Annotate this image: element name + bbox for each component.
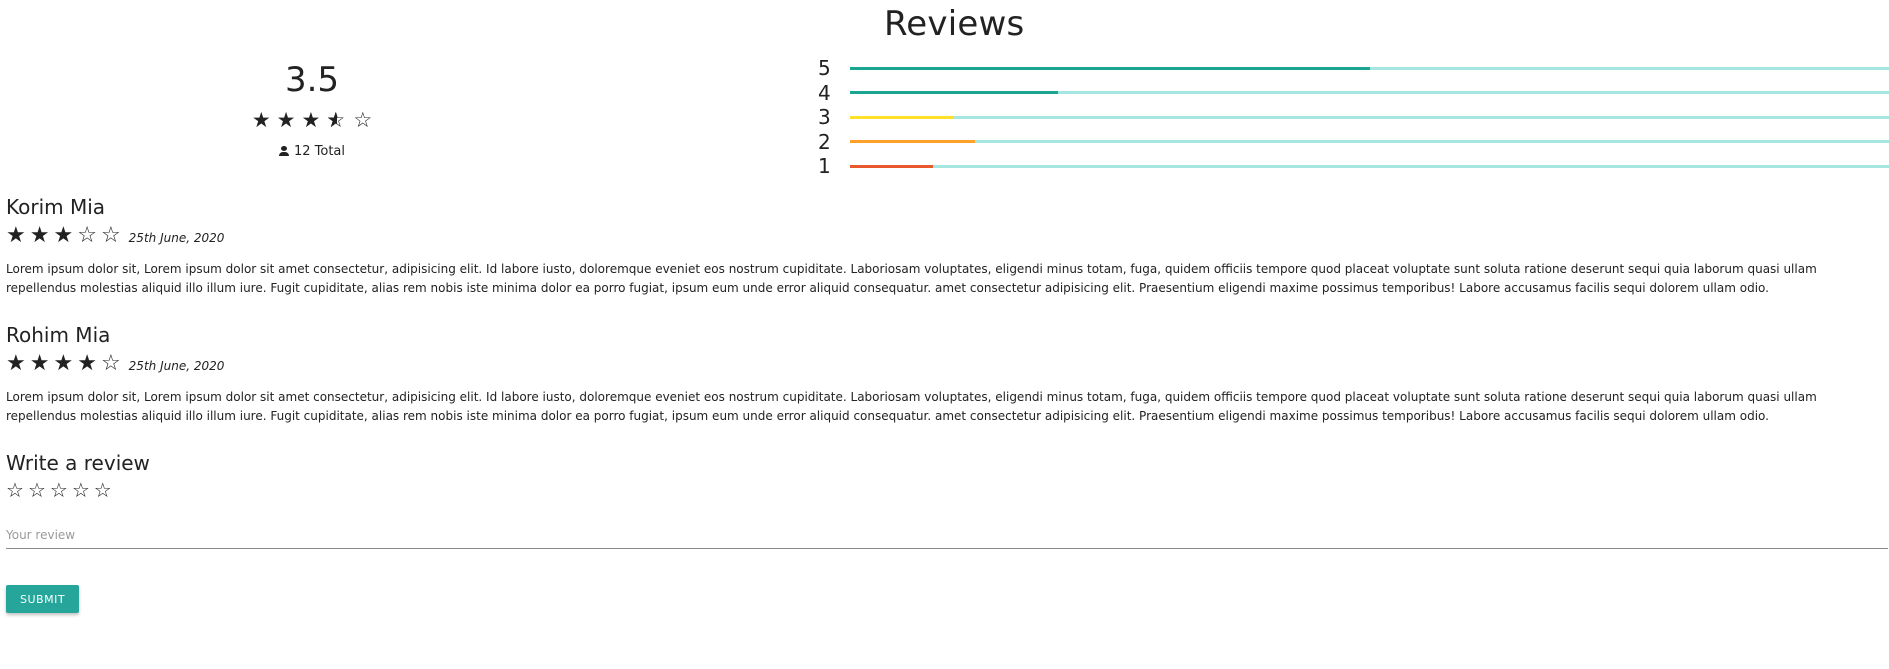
star-filled-icon: ★ bbox=[301, 108, 321, 132]
review-item: Korim Mia ★ ★ ★ ☆ ☆ 25th June, 2020 Lorem ipsum… bbox=[6, 194, 1884, 298]
submit-button[interactable]: SUBMIT bbox=[6, 585, 80, 613]
review-item: Rohim Mia ★ ★ ★ ★ ☆ 25th June, 2020 Lorem ipsum… bbox=[6, 322, 1884, 426]
star-outline-icon[interactable]: ☆ bbox=[94, 478, 112, 502]
review-input[interactable] bbox=[6, 524, 1888, 549]
star-filled-icon: ★ bbox=[6, 223, 26, 248]
distribution-bar-fill bbox=[850, 164, 934, 168]
distribution-bar-track bbox=[850, 140, 1889, 144]
reviews-section: Korim Mia ★ ★ ★ ☆ ☆ 25th June, 2020 Lorem ipsum… bbox=[6, 194, 1888, 613]
average-rating: 3.5 bbox=[284, 60, 340, 100]
review-stars: ★ ★ ★ ☆ ☆ bbox=[6, 224, 121, 248]
review-list: Korim Mia ★ ★ ★ ☆ ☆ 25th June, 2020 Lorem ipsum… bbox=[6, 194, 1884, 426]
distribution-label: 2 bbox=[818, 129, 831, 154]
star-outline-icon: ☆ bbox=[353, 108, 373, 132]
star-outline-icon: ☆ bbox=[100, 351, 121, 376]
star-outline-icon: ☆ bbox=[100, 223, 121, 248]
distribution-bar-fill bbox=[850, 115, 954, 119]
star-outline-icon[interactable]: ☆ bbox=[6, 478, 24, 502]
person-icon bbox=[278, 146, 289, 157]
star-filled-icon: ★ bbox=[77, 351, 97, 376]
reviewer-name: Rohim Mia bbox=[6, 323, 111, 347]
write-review-title: Write a review bbox=[6, 451, 150, 475]
distribution-row: 3 bbox=[818, 105, 1889, 130]
review-date: 25th June, 2020 bbox=[128, 231, 225, 245]
distribution-row: 2 bbox=[818, 130, 1889, 155]
distribution-label: 1 bbox=[818, 154, 831, 179]
distribution-label: 4 bbox=[818, 80, 831, 105]
reviewer-name: Korim Mia bbox=[6, 195, 106, 219]
distribution-row: 5 bbox=[818, 56, 1889, 81]
star-filled-icon: ★ bbox=[53, 351, 74, 376]
distribution-bar-fill bbox=[850, 91, 1058, 95]
star-outline-icon[interactable]: ☆ bbox=[50, 478, 68, 502]
distribution-label: 3 bbox=[818, 105, 831, 130]
star-filled-icon: ★ bbox=[251, 108, 271, 132]
total-count: 12 Total bbox=[278, 144, 346, 159]
distribution-bar-fill bbox=[850, 140, 975, 144]
distribution-row: 4 bbox=[818, 81, 1889, 106]
distribution-bar-track bbox=[850, 115, 1889, 119]
distribution-bar-track bbox=[850, 66, 1889, 70]
review-text: Lorem ipsum dolor sit, Lorem ipsum dolor… bbox=[6, 262, 1817, 295]
star-filled-icon: ★ bbox=[6, 351, 26, 376]
star-filled-icon: ★ bbox=[276, 108, 296, 132]
review-text: Lorem ipsum dolor sit, Lorem ipsum dolor… bbox=[6, 390, 1817, 423]
star-half-icon: ☆ ★ bbox=[326, 108, 346, 132]
star-filled-icon: ★ bbox=[29, 351, 50, 376]
distribution-label: 5 bbox=[818, 56, 831, 81]
distribution-bar-track bbox=[850, 164, 1889, 168]
distribution-row: 1 bbox=[818, 154, 1889, 179]
write-review-section: Write a review ☆☆☆☆☆ SUBMIT bbox=[6, 450, 1888, 613]
star-outline-icon[interactable]: ☆ bbox=[28, 478, 46, 502]
distribution-bar-track bbox=[850, 91, 1889, 95]
rating-distribution: 54321 bbox=[818, 56, 1889, 179]
review-date: 25th June, 2020 bbox=[128, 359, 225, 373]
review-stars: ★ ★ ★ ★ ☆ bbox=[6, 352, 121, 376]
star-outline-icon: ☆ bbox=[77, 223, 97, 248]
distribution-bar-fill bbox=[850, 66, 1370, 70]
star-outline-icon[interactable]: ☆ bbox=[72, 478, 90, 502]
rating-summary: 3.5 ★ ★ ★ ☆ ★ ☆ 12 Total bbox=[0, 56, 624, 161]
review-meta: ★ ★ ★ ☆ ☆ 25th June, 2020 bbox=[6, 224, 1884, 248]
page-title: Reviews bbox=[884, 4, 1025, 44]
rating-input[interactable]: ☆ ☆ ☆ ☆ ☆ bbox=[6, 478, 112, 502]
average-rating-stars: ★ ★ ★ ☆ ★ ☆ bbox=[252, 108, 372, 132]
total-label: 12 Total bbox=[293, 144, 346, 159]
star-filled-icon: ★ bbox=[53, 223, 74, 248]
star-filled-icon: ★ bbox=[29, 223, 50, 248]
review-meta: ★ ★ ★ ★ ☆ 25th June, 2020 bbox=[6, 352, 1884, 376]
